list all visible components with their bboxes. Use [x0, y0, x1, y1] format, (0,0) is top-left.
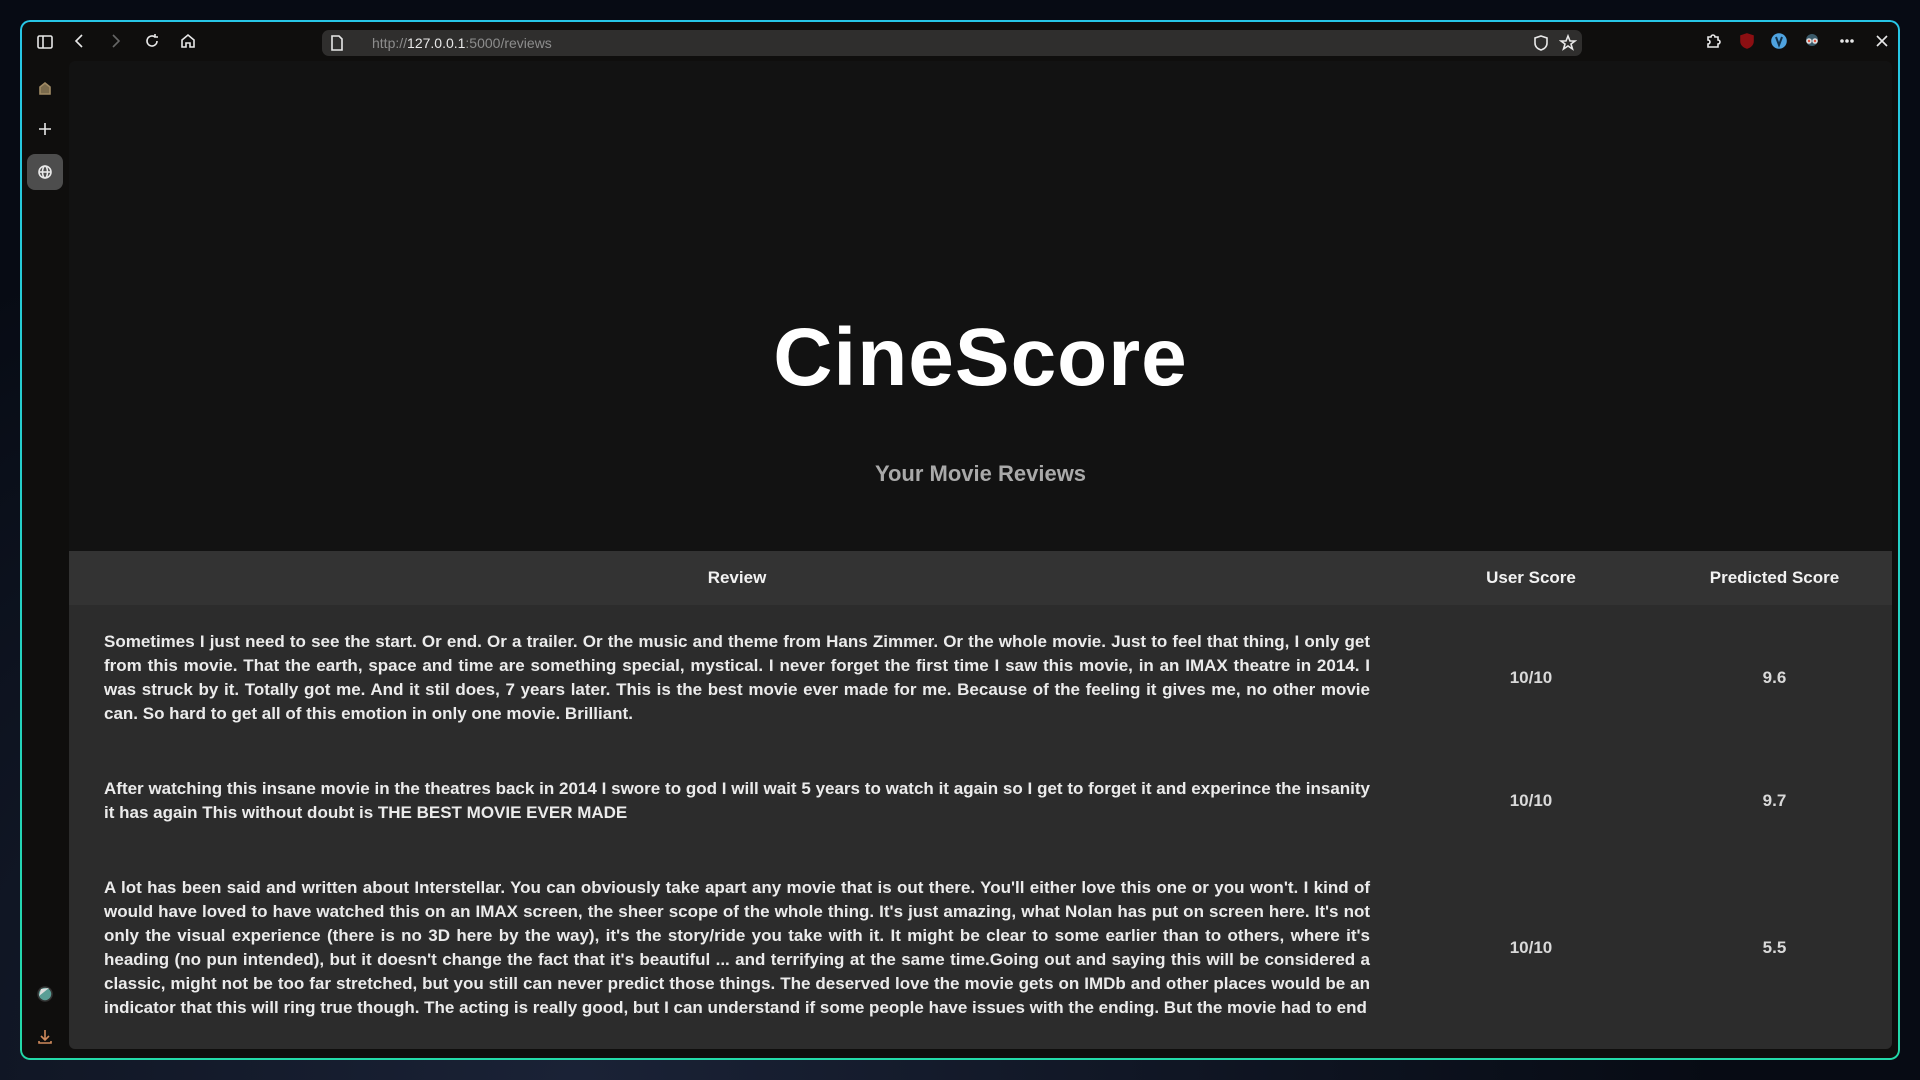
address-bar[interactable]: http://127.0.0.1:5000/reviews — [322, 30, 1582, 56]
extension-v-icon[interactable] — [1766, 28, 1792, 54]
bookmark-star-icon[interactable] — [1555, 30, 1581, 56]
back-icon[interactable] — [67, 28, 93, 54]
reviews-table: Review User Score Predicted Score Someti… — [69, 551, 1892, 1049]
review-text: Sometimes I just need to see the start. … — [104, 632, 1370, 723]
home-icon[interactable] — [175, 28, 201, 54]
download-icon[interactable] — [32, 1024, 58, 1050]
ublock-extension-icon[interactable] — [1734, 28, 1760, 54]
menu-more-icon[interactable] — [1834, 28, 1860, 54]
header-review: Review — [707, 568, 767, 587]
extensions-puzzle-icon[interactable] — [1700, 28, 1726, 54]
forward-icon[interactable] — [102, 28, 128, 54]
globe-icon — [32, 159, 58, 185]
shield-icon[interactable] — [1528, 30, 1554, 56]
header-user-score: User Score — [1486, 568, 1576, 587]
sidebar-toggle-icon[interactable] — [32, 29, 58, 55]
table-row: A lot has been said and written about In… — [69, 851, 1892, 1046]
new-tab-plus-icon[interactable] — [32, 116, 58, 142]
table-row: Sometimes I just need to see the start. … — [69, 605, 1892, 752]
reload-icon[interactable] — [139, 28, 165, 54]
review-text: A lot has been said and written about In… — [104, 878, 1370, 1017]
page-title: CineScore — [773, 312, 1188, 403]
user-score: 10/10 — [1509, 938, 1553, 957]
page-icon — [328, 34, 346, 52]
predicted-score: 9.7 — [1762, 791, 1787, 810]
home-tab-icon[interactable] — [32, 75, 58, 101]
review-text: After watching this insane movie in the … — [104, 779, 1370, 822]
extension-spy-icon[interactable] — [1799, 28, 1825, 54]
table-row: After watching this insane movie in the … — [69, 752, 1892, 851]
header-predicted-score: Predicted Score — [1709, 568, 1840, 587]
close-icon[interactable] — [1869, 28, 1895, 54]
user-score: 10/10 — [1509, 668, 1553, 687]
user-score: 10/10 — [1509, 791, 1553, 810]
predicted-score: 9.6 — [1762, 668, 1787, 687]
url-text[interactable]: http://127.0.0.1:5000/reviews — [372, 35, 552, 51]
page-subtitle: Your Movie Reviews — [874, 461, 1087, 486]
predicted-score: 5.5 — [1762, 938, 1787, 957]
page-content: CineScore Your Movie Reviews Review User… — [69, 61, 1892, 1049]
profile-avatar-icon[interactable] — [32, 981, 58, 1007]
browser-window: http://127.0.0.1:5000/reviews CineScore … — [20, 20, 1900, 1060]
table-header: Review User Score Predicted Score — [69, 551, 1892, 605]
